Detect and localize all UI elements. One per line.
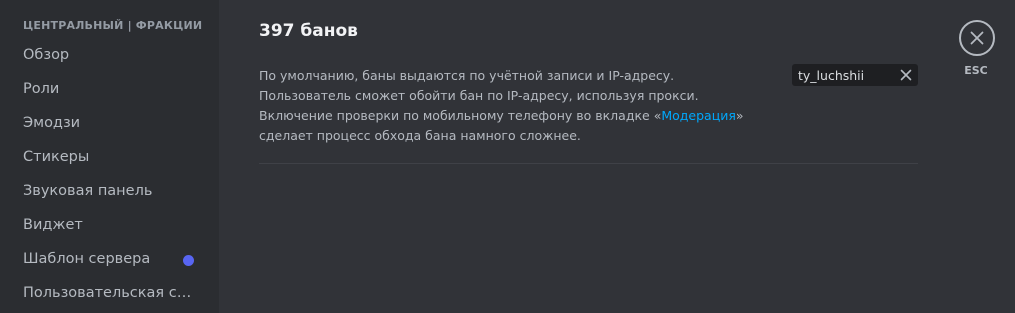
settings-sidebar: ЦЕНТРАЛЬНЫЙ | ФРАКЦИИ Обзор Роли Эмодзи … bbox=[0, 0, 219, 313]
sidebar-item-custom-invite-link[interactable]: Пользовательская сс... bbox=[13, 278, 205, 310]
sidebar-item-label: Шаблон сервера bbox=[23, 251, 151, 267]
sidebar-header: ЦЕНТРАЛЬНЫЙ | ФРАКЦИИ bbox=[23, 19, 203, 32]
sidebar-item-soundboard[interactable]: Звуковая панель bbox=[13, 176, 205, 208]
esc-label: ESC bbox=[964, 64, 988, 77]
sidebar-item-overview[interactable]: Обзор bbox=[13, 40, 205, 72]
ban-search bbox=[792, 64, 918, 86]
sidebar-item-label: Виджет bbox=[23, 217, 83, 233]
close-button[interactable] bbox=[959, 20, 995, 56]
close-icon[interactable] bbox=[898, 67, 914, 83]
sidebar-item-server-template[interactable]: Шаблон сервера bbox=[13, 244, 205, 276]
new-badge-dot bbox=[183, 255, 194, 266]
sidebar-item-emoji[interactable]: Эмодзи bbox=[13, 108, 205, 140]
moderation-link[interactable]: Модерация bbox=[661, 108, 736, 123]
ban-search-input[interactable] bbox=[792, 64, 892, 86]
sidebar-item-roles[interactable]: Роли bbox=[13, 74, 205, 106]
sidebar-item-widget[interactable]: Виджет bbox=[13, 210, 205, 242]
divider bbox=[259, 163, 918, 164]
sidebar-item-label: Стикеры bbox=[23, 149, 90, 165]
close-icon bbox=[970, 31, 984, 45]
bans-content: 397 банов По умолчанию, баны выдаются по… bbox=[219, 0, 1015, 313]
sidebar-item-label: Эмодзи bbox=[23, 115, 81, 131]
server-settings-window: ЦЕНТРАЛЬНЫЙ | ФРАКЦИИ Обзор Роли Эмодзи … bbox=[0, 0, 1015, 313]
sidebar-item-stickers[interactable]: Стикеры bbox=[13, 142, 205, 174]
sidebar-item-label: Пользовательская сс... bbox=[23, 285, 195, 301]
bans-description: По умолчанию, баны выдаются по учётной з… bbox=[259, 66, 759, 146]
description-text: По умолчанию, баны выдаются по учётной з… bbox=[259, 68, 699, 123]
sidebar-item-label: Обзор bbox=[23, 47, 70, 63]
page-title: 397 банов bbox=[259, 21, 358, 41]
sidebar-item-label: Роли bbox=[23, 81, 60, 97]
sidebar-item-label: Звуковая панель bbox=[23, 183, 153, 199]
